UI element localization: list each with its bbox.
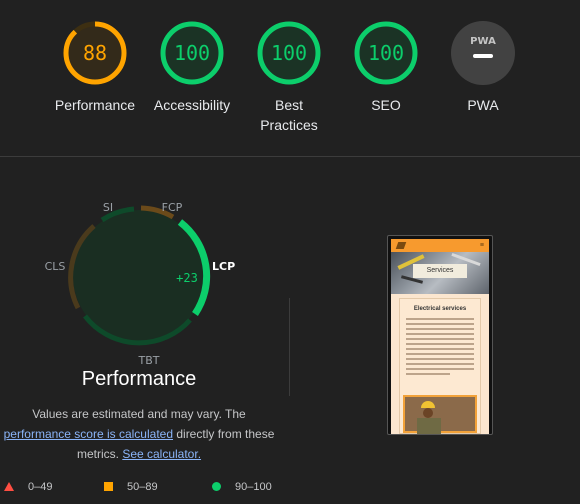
text-line (406, 333, 474, 335)
gauge-performance[interactable]: 88 Performance (45, 20, 145, 115)
note-line1: Values are estimated and may vary. The (32, 407, 246, 421)
text-line (406, 358, 474, 360)
legend-average: 50–89 (104, 481, 158, 493)
best-practices-label-line1: Best (274, 97, 303, 113)
seo-score-ring: 100 (354, 21, 418, 85)
hero-caption: Services (413, 264, 467, 278)
legend-average-range: 50–89 (127, 481, 158, 493)
hamburger-icon: ≡ (479, 242, 484, 249)
seo-label: SEO (371, 97, 401, 113)
performance-label: Performance (54, 97, 136, 113)
face-icon (423, 408, 433, 418)
legend-pass-range: 90–100 (235, 481, 272, 493)
metric-label-fcp: FCP (162, 201, 183, 214)
accessibility-score-ring: 100 (160, 21, 224, 85)
gauge-best-practices[interactable]: 100 Best Practices (239, 20, 339, 135)
performance-score-calculated-link[interactable]: performance score is calculated (4, 427, 173, 441)
vertical-divider (289, 298, 290, 396)
gauge-pwa[interactable]: PWA PWA (433, 20, 533, 115)
see-calculator-link[interactable]: See calculator. (122, 447, 201, 461)
section-divider (0, 156, 580, 157)
estimate-note: Values are estimated and may vary. The p… (0, 404, 278, 464)
text-line (406, 323, 474, 325)
metric-label-tbt: TBT (138, 354, 160, 367)
note-line2-rest: directly from these (173, 427, 275, 441)
metric-label-lcp: LCP (212, 260, 235, 273)
best-practices-label: Best Practices (239, 95, 339, 135)
gauge-seo[interactable]: 100 SEO (336, 20, 436, 115)
electrician-photo (403, 395, 477, 434)
thumbnail-body: Electrical services (391, 294, 489, 434)
text-line (406, 373, 450, 375)
category-gauges: 88 Performance 100 Accessibility 100 Bes… (0, 0, 580, 157)
performance-score-ring: 88 (63, 21, 127, 85)
legend-pass: 90–100 (212, 481, 272, 493)
metric-label-si: SI (103, 201, 113, 214)
thumbnail-navbar: ≡ (391, 239, 489, 252)
gauge-accessibility[interactable]: 100 Accessibility (142, 20, 242, 115)
text-line (406, 338, 474, 340)
final-screenshot-thumbnail[interactable]: ≡ Services Electrical services (387, 235, 493, 435)
note-line3-start: metrics. (76, 447, 123, 461)
lcp-delta: +23 (176, 271, 198, 285)
pwa-badge-icon: PWA (451, 21, 515, 85)
services-card: Electrical services (399, 298, 481, 434)
performance-score: 88 (83, 41, 107, 65)
pwa-label: PWA (467, 97, 499, 113)
square-icon (104, 482, 113, 491)
seo-score: 100 (368, 41, 404, 65)
triangle-icon (4, 482, 14, 491)
legend-fail-range: 0–49 (28, 481, 53, 493)
card-heading: Electrical services (413, 306, 467, 312)
text-line (406, 348, 474, 350)
metric-label-cls: CLS (45, 260, 66, 273)
text-line (406, 318, 474, 320)
best-practices-score-ring: 100 (257, 21, 321, 85)
thumbnail-hero: Services (391, 252, 489, 294)
score-legend: 0–49 50–89 90–100 (0, 479, 580, 499)
shirt-icon (417, 418, 441, 434)
helmet-icon (421, 401, 435, 408)
text-line (406, 353, 474, 355)
best-practices-label-line2: Practices (260, 117, 318, 133)
pwa-badge-text: PWA (470, 36, 496, 47)
performance-title: Performance (81, 368, 197, 390)
accessibility-score: 100 (174, 41, 210, 65)
performance-metrics-gauge: SI FCP LCP TBT CLS +23 (45, 201, 236, 367)
text-line (406, 363, 474, 365)
text-line (406, 343, 474, 345)
accessibility-label: Accessibility (153, 97, 231, 113)
text-line (406, 368, 474, 370)
text-line (406, 328, 474, 330)
best-practices-score: 100 (271, 41, 307, 65)
site-logo-icon (395, 242, 407, 249)
legend-fail: 0–49 (4, 481, 52, 493)
pwa-dash-icon (473, 54, 493, 58)
circle-icon (212, 482, 221, 491)
